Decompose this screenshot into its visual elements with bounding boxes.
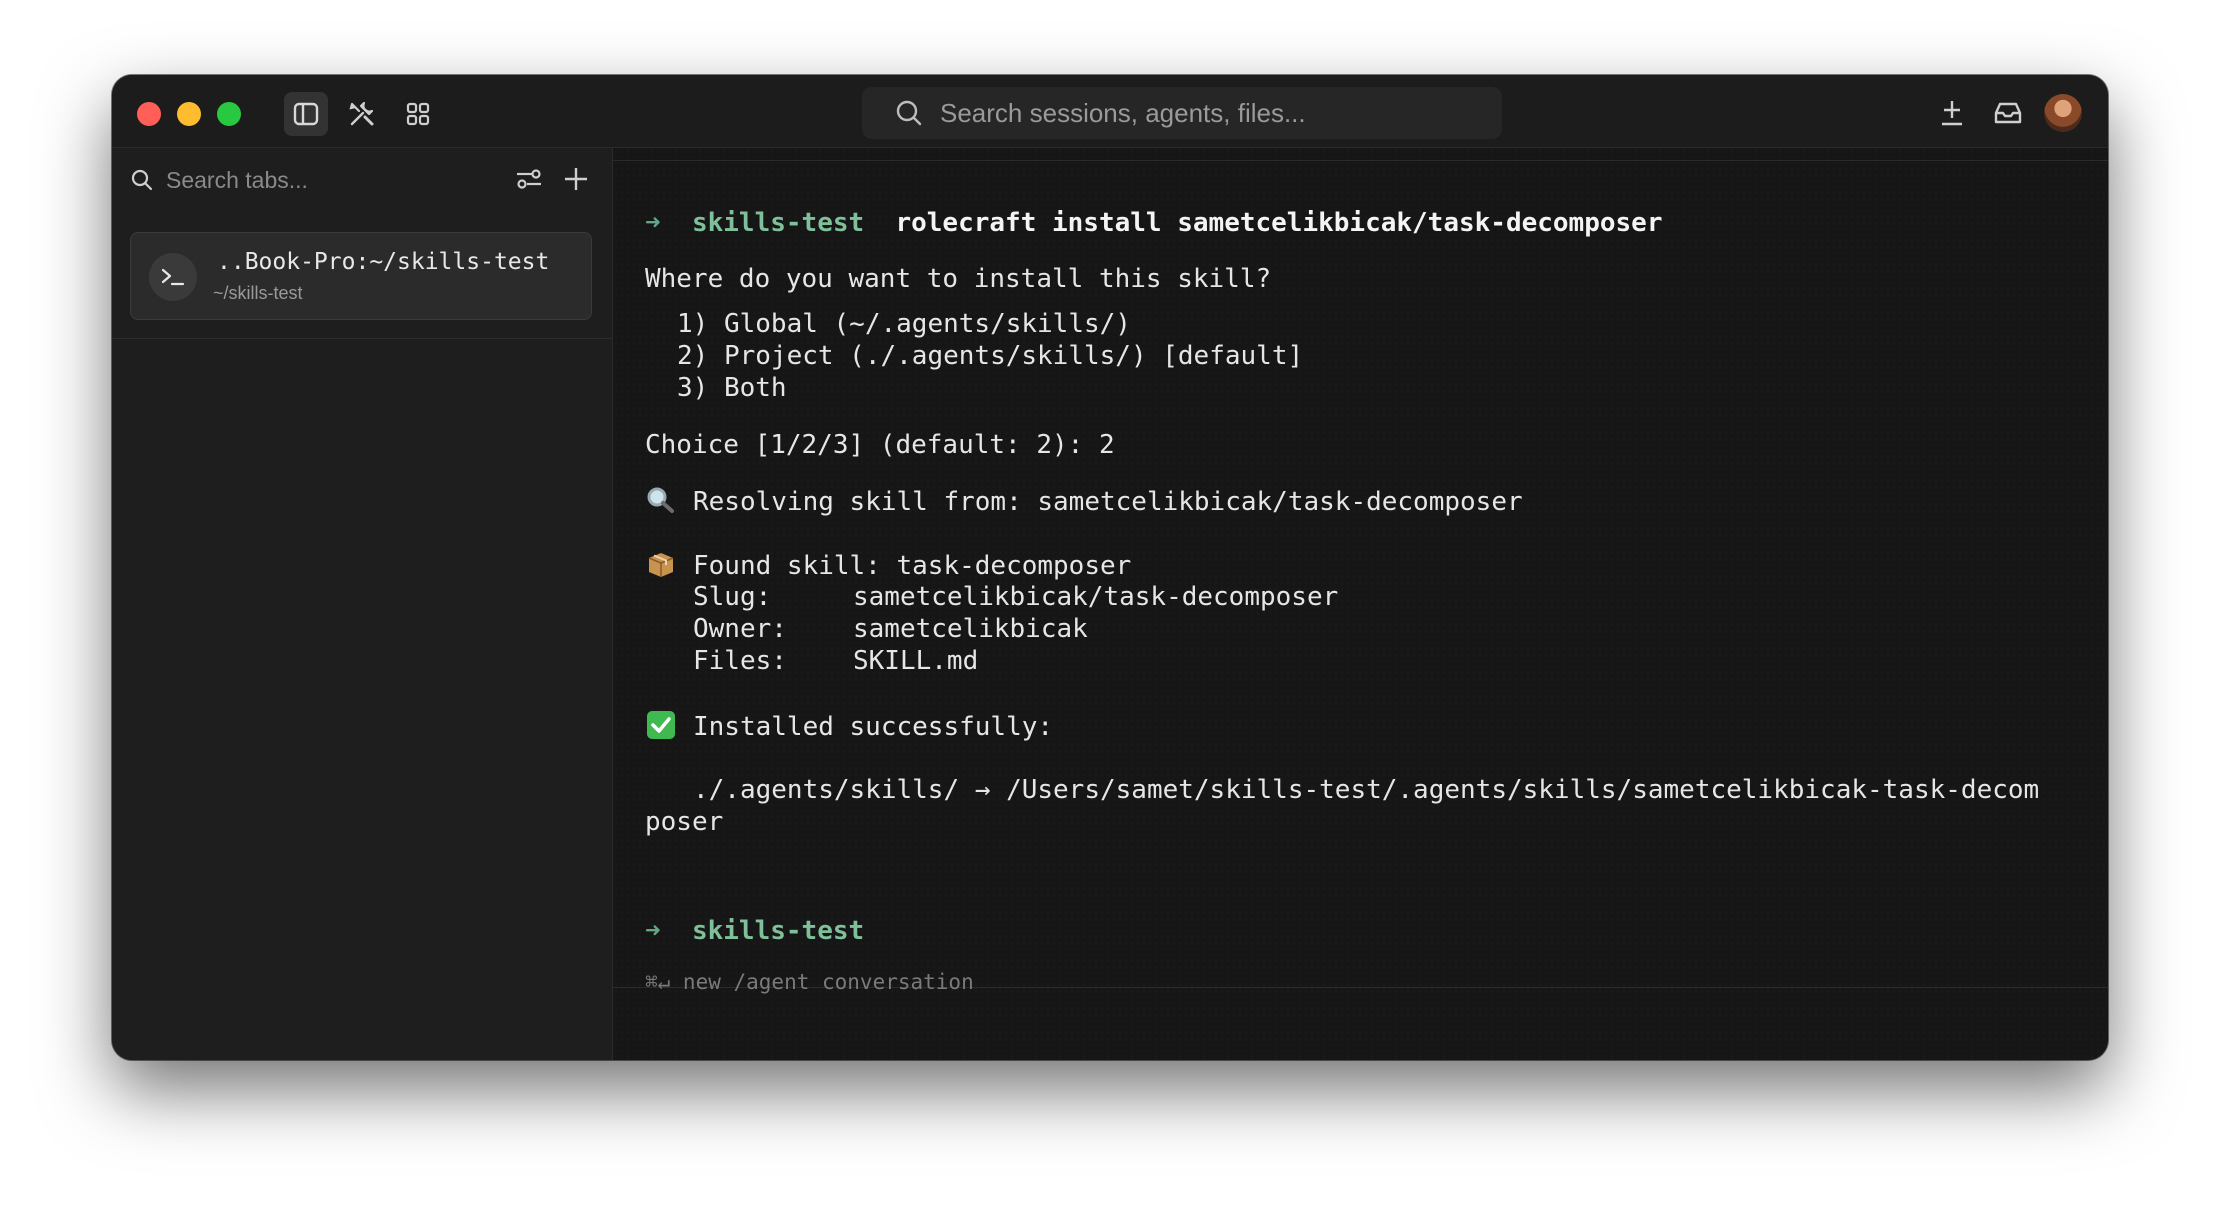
prompt-arrow: ➜	[645, 208, 661, 238]
terminal-top-divider	[613, 160, 2108, 161]
next-prompt-line[interactable]: ➜ skills-test	[645, 916, 864, 946]
sidebar-icon	[293, 102, 319, 126]
found-text: Found skill: task-decomposer	[693, 551, 1132, 581]
session-tab-title: ..Book-Pro:~/skills-test	[217, 249, 550, 275]
package-icon	[648, 553, 674, 577]
close-window-button[interactable]	[137, 102, 161, 126]
command-line: ➜ skills-test rolecraft install sametcel…	[645, 208, 1662, 238]
option-global: 1) Global (~/.agents/skills/)	[677, 309, 1131, 339]
sidebar-toggle-button[interactable]	[284, 92, 328, 136]
sidebar: Search tabs... ..Book-Pro:~/skills-test …	[112, 148, 613, 1060]
check-mark-icon	[647, 711, 675, 739]
owner-value: sametcelikbicak	[853, 614, 1088, 644]
slug-value: sametcelikbicak/task-decomposer	[853, 582, 1339, 612]
tab-search-placeholder: Search tabs...	[166, 166, 308, 193]
terminal-pane[interactable]: ➜ skills-test rolecraft install sametcel…	[613, 148, 2108, 1060]
install-question: Where do you want to install this skill?	[645, 264, 1272, 294]
download-button[interactable]	[1932, 95, 1972, 131]
inbox-icon	[1994, 102, 2022, 124]
user-avatar[interactable]	[2044, 94, 2082, 132]
tab-search[interactable]: Search tabs...	[112, 148, 612, 212]
prompt-arrow: ➜	[645, 916, 661, 946]
prompt-directory: skills-test	[691, 208, 865, 238]
session-tab[interactable]: ..Book-Pro:~/skills-test ~/skills-test	[130, 232, 592, 320]
session-tab-path: ~/skills-test	[213, 283, 303, 303]
tools-icon	[349, 101, 374, 126]
maximize-window-button[interactable]	[217, 102, 241, 126]
terminal-icon	[161, 268, 185, 286]
inbox-button[interactable]	[1988, 95, 2028, 131]
global-search-placeholder: Search sessions, agents, files...	[940, 97, 1306, 128]
grid-icon	[406, 102, 430, 126]
download-icon	[1942, 101, 1962, 126]
global-search-bar[interactable]: Search sessions, agents, files...	[862, 87, 1502, 139]
resolving-text: Resolving skill from: sametcelikbicak/ta…	[693, 487, 1523, 517]
grid-view-button[interactable]	[396, 92, 440, 136]
title-bar: Search sessions, agents, files...	[112, 75, 2108, 148]
filter-icon[interactable]	[514, 164, 544, 194]
resolving-line: Resolving skill from: sametcelikbicak/ta…	[645, 486, 1523, 517]
choice-line: Choice [1/2/3] (default: 2): 2	[645, 430, 1115, 460]
plus-icon[interactable]	[562, 165, 590, 193]
search-icon	[896, 100, 922, 126]
prompt-directory: skills-test	[691, 916, 865, 946]
owner-label: Owner:	[693, 614, 787, 644]
app-window: Search sessions, agents, files... Search…	[112, 75, 2108, 1060]
magnifier-icon	[647, 487, 674, 513]
search-icon	[131, 169, 153, 191]
files-value: SKILL.md	[853, 646, 979, 676]
install-path-line-2: poser	[645, 807, 724, 837]
terminal-badge	[149, 253, 197, 301]
found-line: Found skill: task-decomposer	[645, 550, 1131, 581]
minimize-window-button[interactable]	[177, 102, 201, 126]
option-project: 2) Project (./.agents/skills/) [default]	[677, 341, 1304, 371]
tools-button[interactable]	[340, 92, 384, 136]
sidebar-divider	[112, 338, 612, 339]
command-text: rolecraft install sametcelikbicak/task-d…	[895, 208, 1663, 238]
installed-line: Installed successfully:	[645, 711, 1053, 742]
agent-conversation-hint: ⌘↵ new /agent conversation	[645, 970, 974, 994]
slug-label: Slug:	[693, 582, 772, 612]
install-path-line-1: ./.agents/skills/ → /Users/samet/skills-…	[693, 775, 2040, 805]
installed-text: Installed successfully:	[693, 712, 1054, 742]
option-both: 3) Both	[677, 373, 787, 403]
files-label: Files:	[693, 646, 787, 676]
